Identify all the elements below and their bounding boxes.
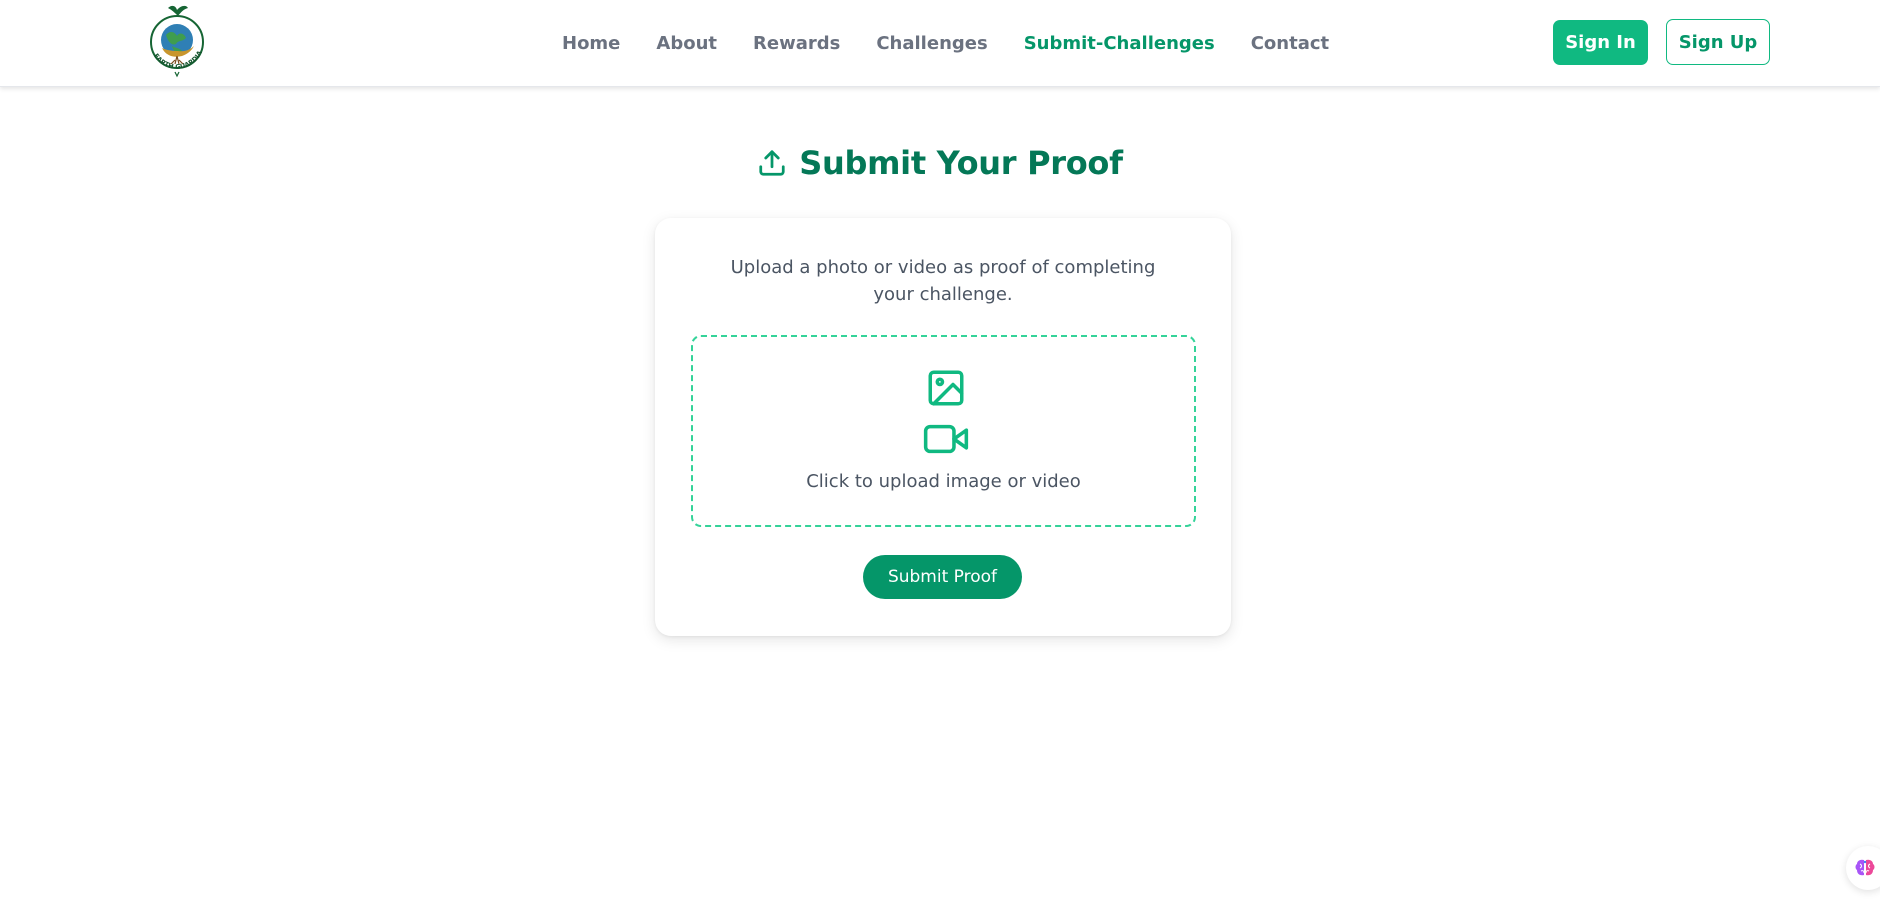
proof-upload-card: Upload a photo or video as proof of comp… xyxy=(655,218,1231,636)
upload-icon xyxy=(759,150,785,176)
image-icon xyxy=(928,370,964,406)
nav-link-challenges[interactable]: Challenges xyxy=(876,0,987,87)
page-title: Submit Your Proof xyxy=(799,144,1123,182)
nav-link-contact[interactable]: Contact xyxy=(1251,0,1329,87)
upload-dropzone[interactable]: Click to upload image or video xyxy=(691,335,1196,527)
nav-link-submit-challenges[interactable]: Submit-Challenges xyxy=(1024,0,1215,87)
card-description: Upload a photo or video as proof of comp… xyxy=(730,257,1156,305)
nav-link-home[interactable]: Home xyxy=(562,0,620,87)
video-icon xyxy=(923,424,969,454)
nav-link-rewards[interactable]: Rewards xyxy=(753,0,840,87)
assistant-widget-button[interactable] xyxy=(1846,846,1880,890)
brain-icon xyxy=(1855,859,1875,876)
submit-proof-button[interactable]: Submit Proof xyxy=(863,555,1022,599)
sign-up-button[interactable]: Sign Up xyxy=(1666,19,1770,65)
nav-link-about[interactable]: About xyxy=(656,0,717,87)
dropzone-label: Click to upload image or video xyxy=(806,471,1081,492)
page-header: Submit Your Proof xyxy=(0,140,1880,186)
main-nav: Home About Rewards Challenges Submit-Cha… xyxy=(562,0,1365,87)
sign-in-button[interactable]: Sign In xyxy=(1553,20,1648,65)
earth-guardians-logo[interactable]: EARTH GUARDIANS xyxy=(139,0,212,82)
navbar: EARTH GUARDIANS Home About Rewards Chall… xyxy=(0,0,1880,87)
